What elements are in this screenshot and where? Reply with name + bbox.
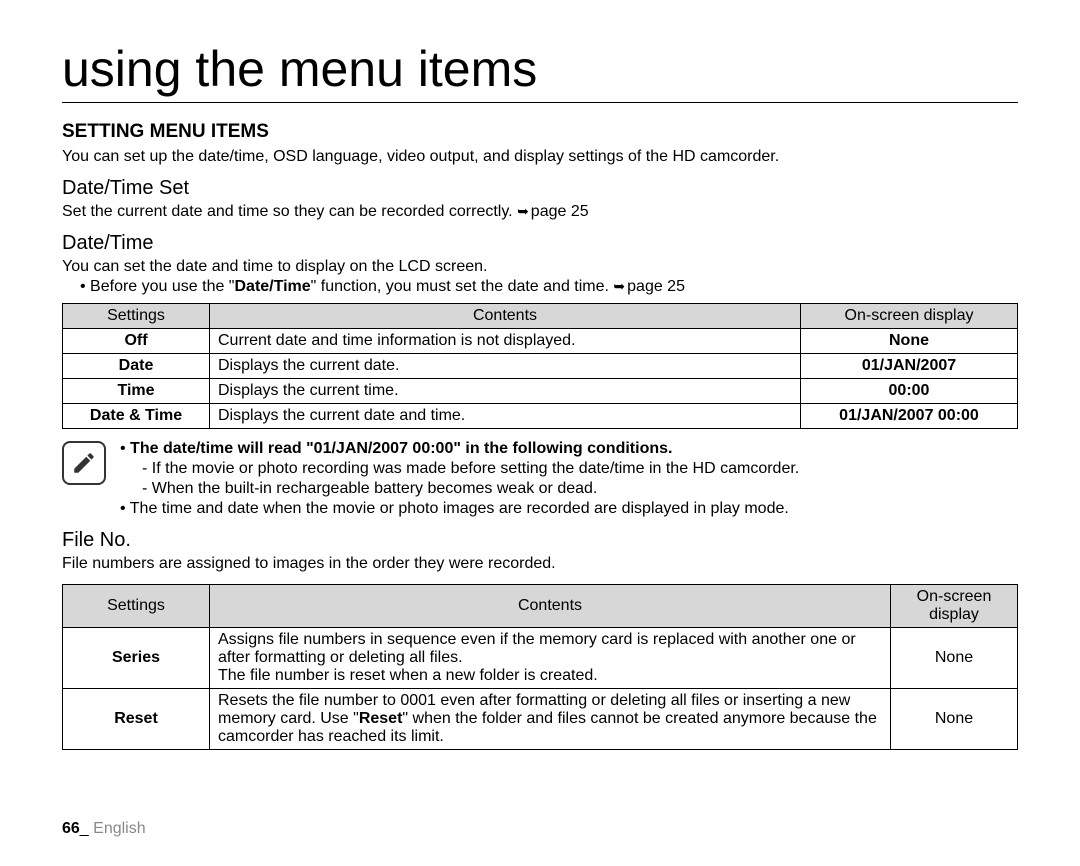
- fileno-table: Settings Contents On-screen display Seri…: [62, 584, 1018, 750]
- th-display: On-screen display: [891, 585, 1018, 628]
- table-row: Series Assigns file numbers in sequence …: [63, 628, 1018, 689]
- cell-setting: Time: [63, 379, 210, 404]
- table-row: Reset Resets the file number to 0001 eve…: [63, 689, 1018, 750]
- cell-display: None: [891, 628, 1018, 689]
- page-ref-arrow-icon: [517, 203, 531, 220]
- datetime-bullet-a: Before you use the ": [90, 278, 234, 295]
- datetime-bullet: Before you use the "Date/Time" function,…: [80, 277, 1018, 297]
- cell-contents-b: Reset: [359, 710, 403, 727]
- datetime-bullet-b: Date/Time: [234, 278, 310, 295]
- cell-display: 00:00: [801, 379, 1018, 404]
- th-contents: Contents: [210, 585, 891, 628]
- footer-sep: _: [80, 820, 93, 837]
- cell-setting: Reset: [63, 689, 210, 750]
- note-line1: The date/time will read "01/JAN/2007 00:…: [134, 439, 799, 499]
- note-line1-text: The date/time will read "01/JAN/2007 00:…: [130, 440, 672, 457]
- page-number: 66: [62, 820, 80, 837]
- page-ref-arrow-icon: [613, 278, 627, 295]
- cell-setting: Date: [63, 354, 210, 379]
- datetime-table: Settings Contents On-screen display Off …: [62, 303, 1018, 429]
- note-content: The date/time will read "01/JAN/2007 00:…: [116, 439, 799, 519]
- note-line2: The time and date when the movie or phot…: [134, 499, 799, 519]
- cell-display: None: [891, 689, 1018, 750]
- cell-contents: Displays the current date and time.: [210, 404, 801, 429]
- cell-setting: Date & Time: [63, 404, 210, 429]
- cell-contents: Current date and time information is not…: [210, 329, 801, 354]
- manual-page: using the menu items SETTING MENU ITEMS …: [0, 0, 1080, 790]
- datetime-desc: You can set the date and time to display…: [62, 257, 1018, 277]
- th-display: On-screen display: [801, 304, 1018, 329]
- table-row: Time Displays the current time. 00:00: [63, 379, 1018, 404]
- note-sub1: If the movie or photo recording was made…: [156, 459, 799, 479]
- datetime-set-desc-ref: page 25: [531, 203, 589, 220]
- table-header-row: Settings Contents On-screen display: [63, 304, 1018, 329]
- cell-contents: Assigns file numbers in sequence even if…: [210, 628, 891, 689]
- note-sub2: When the built-in rechargeable battery b…: [156, 479, 799, 499]
- page-title: using the menu items: [62, 40, 1018, 103]
- note-icon: [62, 441, 106, 485]
- section-intro: You can set up the date/time, OSD langua…: [62, 147, 1018, 167]
- table-row: Off Current date and time information is…: [63, 329, 1018, 354]
- note-block: The date/time will read "01/JAN/2007 00:…: [62, 439, 1018, 519]
- cell-display: None: [801, 329, 1018, 354]
- pencil-note-icon: [71, 450, 97, 476]
- fileno-desc: File numbers are assigned to images in t…: [62, 554, 1018, 574]
- page-footer: 66_ English: [62, 820, 146, 838]
- cell-setting: Off: [63, 329, 210, 354]
- subheading-datetime-set: Date/Time Set: [62, 177, 1018, 200]
- section-heading-settings: SETTING MENU ITEMS: [62, 121, 1018, 143]
- th-contents: Contents: [210, 304, 801, 329]
- cell-display: 01/JAN/2007: [801, 354, 1018, 379]
- cell-contents: Resets the file number to 0001 even afte…: [210, 689, 891, 750]
- footer-lang: English: [93, 820, 145, 837]
- th-display-a: On-screen: [917, 588, 992, 605]
- th-settings: Settings: [63, 585, 210, 628]
- datetime-set-desc: Set the current date and time so they ca…: [62, 202, 1018, 222]
- cell-display: 01/JAN/2007 00:00: [801, 404, 1018, 429]
- cell-setting: Series: [63, 628, 210, 689]
- th-settings: Settings: [63, 304, 210, 329]
- table-header-row: Settings Contents On-screen display: [63, 585, 1018, 628]
- subheading-datetime: Date/Time: [62, 232, 1018, 255]
- table-row: Date Displays the current date. 01/JAN/2…: [63, 354, 1018, 379]
- table-row: Date & Time Displays the current date an…: [63, 404, 1018, 429]
- datetime-set-desc-text: Set the current date and time so they ca…: [62, 203, 517, 220]
- datetime-bullet-c: " function, you must set the date and ti…: [311, 278, 614, 295]
- th-display-b: display: [929, 606, 979, 623]
- datetime-bullet-ref: page 25: [627, 278, 685, 295]
- cell-contents: Displays the current date.: [210, 354, 801, 379]
- cell-contents: Displays the current time.: [210, 379, 801, 404]
- subheading-fileno: File No.: [62, 529, 1018, 552]
